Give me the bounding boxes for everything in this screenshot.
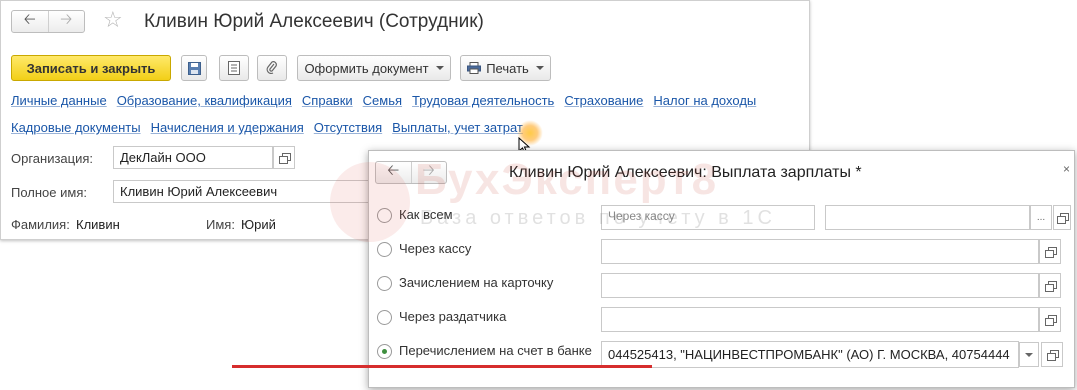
option-card-label: Зачислением на карточку xyxy=(399,275,554,290)
save-close-button[interactable]: Записать и закрыть xyxy=(11,55,171,81)
open-window-icon xyxy=(1056,213,1069,224)
close-icon[interactable]: × xyxy=(1063,162,1070,176)
save-button[interactable] xyxy=(181,55,207,81)
radio-cash[interactable] xyxy=(377,242,392,257)
attach-button[interactable] xyxy=(257,55,287,81)
print-label: Печать xyxy=(486,60,529,76)
bank-account-open-button[interactable] xyxy=(1041,342,1063,367)
as-all-method-field: Через кассу xyxy=(601,205,815,230)
cash-open-button[interactable] xyxy=(1039,239,1061,264)
card-field[interactable] xyxy=(601,273,1039,298)
link-education[interactable]: Образование, квалификация xyxy=(117,93,292,108)
list-button[interactable] xyxy=(219,55,249,81)
option-as-all-label: Как всем xyxy=(399,207,453,222)
window-title: Кливин Юрий Алексеевич (Сотрудник) xyxy=(144,11,484,32)
distributor-open-button[interactable] xyxy=(1039,307,1061,332)
link-family[interactable]: Семья xyxy=(363,93,402,108)
link-personal-data[interactable]: Личные данные xyxy=(11,93,107,108)
link-hr-documents[interactable]: Кадровые документы xyxy=(11,120,141,135)
paperclip-icon xyxy=(266,61,277,75)
chevron-down-icon xyxy=(1025,352,1033,357)
fullname-label: Полное имя: xyxy=(11,185,87,200)
nav-buttons: 🡠 🡢 xyxy=(11,10,85,33)
chevron-down-icon xyxy=(435,66,444,70)
dialog-nav-buttons: 🡠 🡢 xyxy=(375,161,447,184)
print-button[interactable]: Печать xyxy=(460,55,551,81)
open-window-icon xyxy=(1044,315,1057,326)
name-label: Имя: xyxy=(206,217,235,232)
link-certificates[interactable]: Справки xyxy=(302,93,353,108)
link-work-history[interactable]: Трудовая деятельность xyxy=(412,93,554,108)
dialog-title: Кливин Юрий Алексеевич: Выплата зарплаты… xyxy=(509,164,862,181)
salary-payment-dialog: 🡠 🡢 Кливин Юрий Алексеевич: Выплата зарп… xyxy=(368,150,1075,388)
section-links-row-2: Кадровые документы Начисления и удержания… xyxy=(11,120,533,135)
bank-account-dropdown-button[interactable] xyxy=(1019,342,1039,367)
option-distributor-label: Через раздатчика xyxy=(399,309,507,324)
printer-icon xyxy=(467,62,482,74)
card-open-button[interactable] xyxy=(1039,273,1061,298)
favorite-star-icon[interactable]: ☆ xyxy=(103,9,123,31)
org-open-button[interactable] xyxy=(273,146,295,169)
radio-as-all[interactable] xyxy=(377,208,392,223)
fullname-field[interactable]: Кливин Юрий Алексеевич xyxy=(113,180,373,203)
as-all-open-button xyxy=(1053,205,1071,230)
radio-bank-transfer[interactable] xyxy=(377,344,392,359)
name-value: Юрий xyxy=(241,217,276,232)
surname-value: Кливин xyxy=(76,217,120,232)
open-window-icon xyxy=(1044,281,1057,292)
chevron-down-icon xyxy=(535,66,544,70)
distributor-field[interactable] xyxy=(601,307,1039,332)
create-document-button[interactable]: Оформить документ xyxy=(297,55,451,81)
link-accruals[interactable]: Начисления и удержания xyxy=(151,120,304,135)
org-field[interactable]: ДекЛайн ООО xyxy=(113,146,273,169)
back-arrow-icon[interactable]: 🡠 xyxy=(376,162,411,183)
link-payments[interactable]: Выплаты, учет затрат xyxy=(392,120,523,135)
bank-account-field[interactable]: 044525413, "НАЦИНВЕСТПРОМБАНК" (АО) Г. М… xyxy=(601,341,1019,368)
open-window-icon xyxy=(1046,350,1059,361)
link-insurance[interactable]: Страхование xyxy=(564,93,643,108)
link-income-tax[interactable]: Налог на доходы xyxy=(653,93,756,108)
forward-arrow-icon[interactable]: 🡢 xyxy=(410,162,447,183)
as-all-detail-field xyxy=(825,205,1030,230)
cash-field[interactable] xyxy=(601,239,1039,264)
floppy-disk-icon xyxy=(187,61,201,75)
link-absences[interactable]: Отсутствия xyxy=(314,120,382,135)
as-all-select-button: ... xyxy=(1030,205,1052,230)
create-document-label: Оформить документ xyxy=(304,60,429,76)
forward-arrow-icon[interactable]: 🡢 xyxy=(47,11,85,32)
radio-distributor[interactable] xyxy=(377,310,392,325)
highlight-underline xyxy=(232,365,652,368)
back-arrow-icon[interactable]: 🡠 xyxy=(12,11,48,32)
list-icon xyxy=(228,61,240,75)
open-window-icon xyxy=(278,153,291,164)
open-window-icon xyxy=(1044,247,1057,258)
section-links-row-1: Личные данные Образование, квалификация Сп… xyxy=(11,93,766,108)
org-label: Организация: xyxy=(11,151,94,166)
option-bank-transfer-label: Перечислением на счет в банке xyxy=(399,343,592,358)
option-cash-label: Через кассу xyxy=(399,241,472,256)
surname-label: Фамилия: xyxy=(11,217,70,232)
radio-card[interactable] xyxy=(377,276,392,291)
